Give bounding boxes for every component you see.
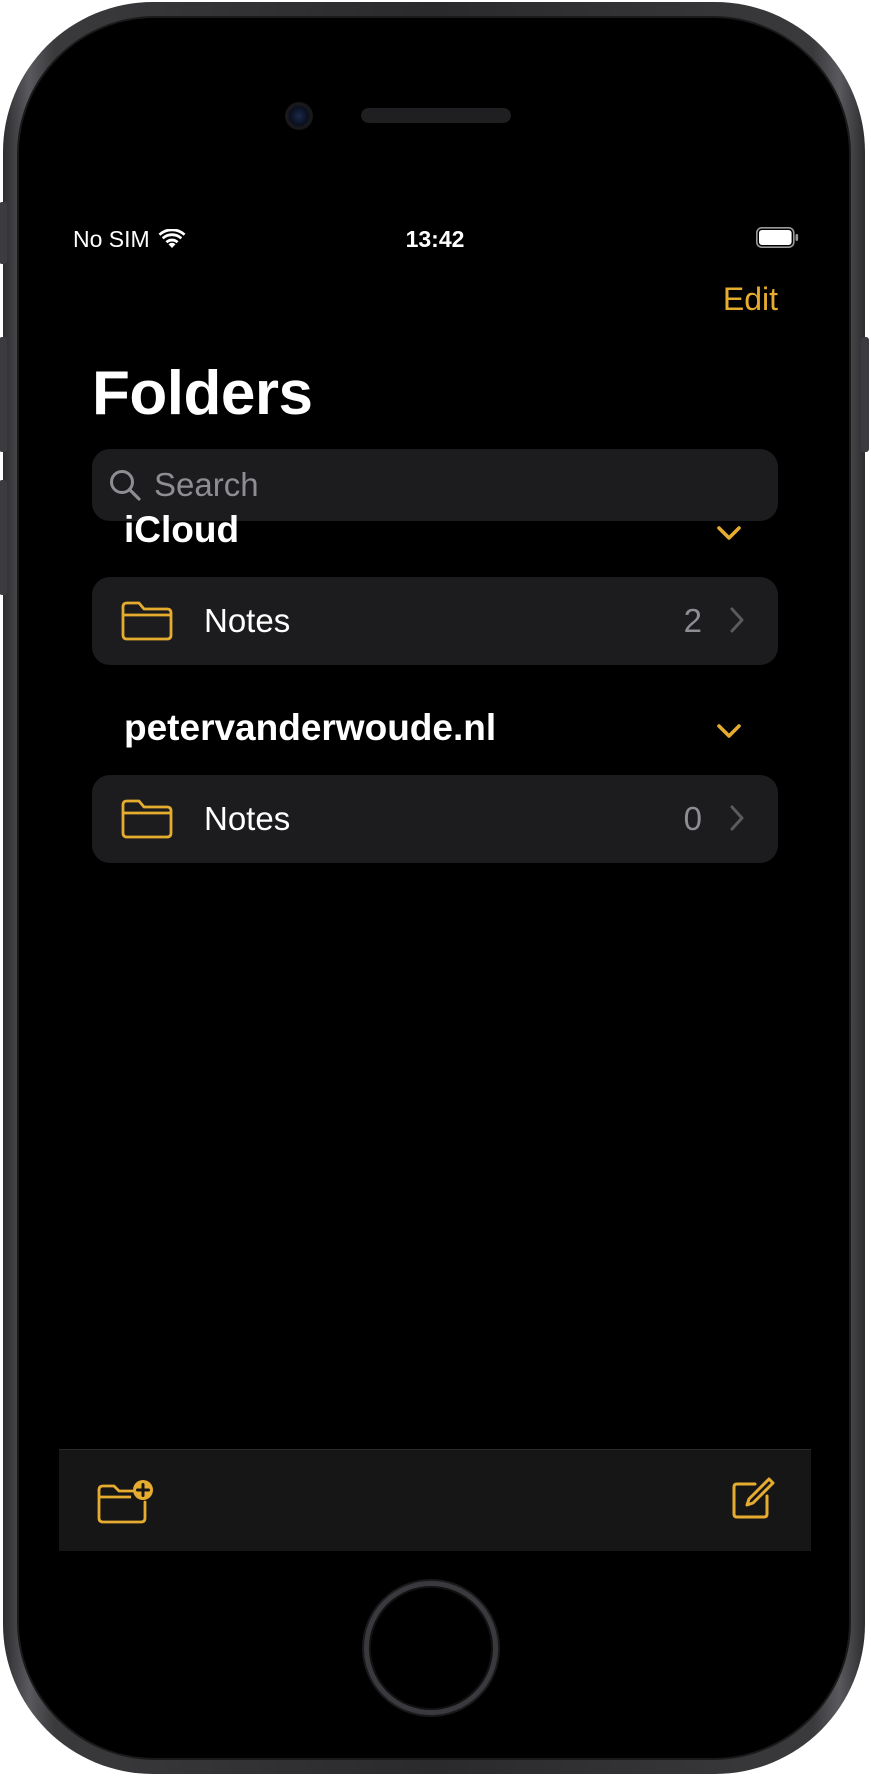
battery-icon	[756, 227, 799, 248]
folder-row-icloud-notes[interactable]: Notes 2	[92, 577, 778, 665]
home-button[interactable]	[364, 1581, 498, 1715]
status-time: 13:42	[405, 226, 465, 252]
folder-icon	[121, 799, 173, 839]
section-title: iCloud	[124, 509, 240, 550]
new-folder-icon[interactable]	[97, 1478, 155, 1524]
edit-button[interactable]: Edit	[723, 281, 778, 318]
compose-icon[interactable]	[729, 1476, 775, 1522]
folder-icon	[121, 601, 173, 641]
search-input[interactable]	[152, 465, 756, 505]
section-header-petervanderwoude[interactable]: petervanderwoude.nl	[124, 707, 744, 757]
status-bar: No SIM 13:42	[59, 215, 811, 261]
section-title: petervanderwoude.nl	[124, 707, 497, 748]
chevron-right-icon	[730, 805, 744, 831]
earpiece-speaker	[361, 108, 511, 123]
folder-count: 2	[683, 602, 702, 639]
bottom-toolbar	[59, 1449, 811, 1551]
page-title: Folders	[92, 359, 313, 428]
chevron-right-icon	[730, 607, 744, 633]
folder-name: Notes	[204, 602, 291, 639]
mute-switch	[0, 202, 7, 264]
folder-name: Notes	[204, 800, 291, 837]
folder-count: 0	[683, 800, 702, 837]
chevron-down-icon[interactable]	[714, 719, 744, 743]
front-camera	[285, 102, 313, 130]
volume-down-button	[0, 480, 7, 595]
volume-up-button	[0, 337, 7, 452]
search-icon	[110, 470, 141, 501]
power-button	[861, 337, 869, 452]
section-header-icloud[interactable]: iCloud	[124, 509, 744, 559]
screen: No SIM 13:42 Edit Folders iCloud	[59, 215, 811, 1551]
folder-row-petervanderwoude-notes[interactable]: Notes 0	[92, 775, 778, 863]
chevron-down-icon[interactable]	[714, 521, 744, 545]
